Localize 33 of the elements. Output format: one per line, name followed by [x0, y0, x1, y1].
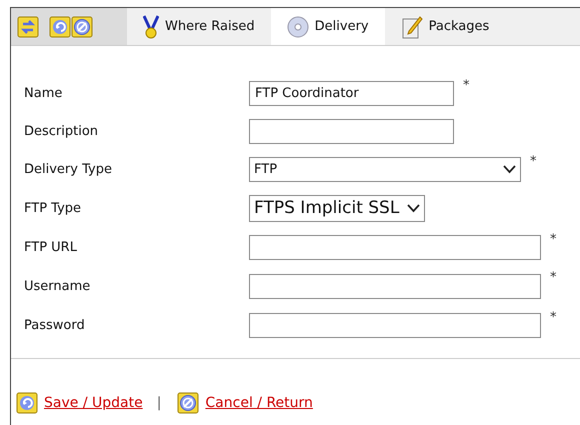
- swap-arrows-icon: [17, 16, 39, 38]
- tab[interactable]: Delivery: [270, 8, 385, 45]
- action-link[interactable]: Cancel / Return: [205, 395, 313, 411]
- dropdown[interactable]: FTP: [249, 156, 521, 182]
- cancel-icon: [177, 392, 200, 414]
- required-mark: *: [550, 232, 556, 247]
- input-field[interactable]: FTP Coordinator: [249, 80, 454, 106]
- field-label: FTP URL: [24, 240, 78, 254]
- dropdown[interactable]: FTPS Implicit SSL: [249, 194, 426, 222]
- notepad-pencil-icon: [400, 14, 423, 38]
- cancel-icon: [71, 16, 93, 38]
- medal-icon: [143, 14, 159, 38]
- refresh-icon: [49, 16, 71, 38]
- action-link[interactable]: Save / Update: [44, 395, 143, 411]
- field-label: Password: [24, 318, 86, 332]
- input-field[interactable]: [249, 234, 541, 260]
- required-mark: *: [550, 270, 556, 285]
- field-label: Delivery Type: [24, 162, 113, 176]
- chevron-down-icon: [503, 164, 516, 174]
- field-label: Username: [24, 278, 92, 294]
- input-field[interactable]: [249, 118, 454, 144]
- separator: |: [156, 395, 162, 411]
- input-field[interactable]: [249, 312, 541, 338]
- field-label: Description: [24, 124, 100, 138]
- required-mark: *: [530, 154, 536, 169]
- refresh-icon: [16, 392, 38, 414]
- field-label: FTP Type: [24, 200, 82, 216]
- disc-icon: [286, 16, 309, 38]
- chevron-down-icon: [407, 204, 420, 212]
- required-mark: *: [463, 78, 470, 93]
- input-field[interactable]: [249, 274, 541, 298]
- field-label: Name: [24, 86, 64, 100]
- required-mark: *: [550, 310, 556, 325]
